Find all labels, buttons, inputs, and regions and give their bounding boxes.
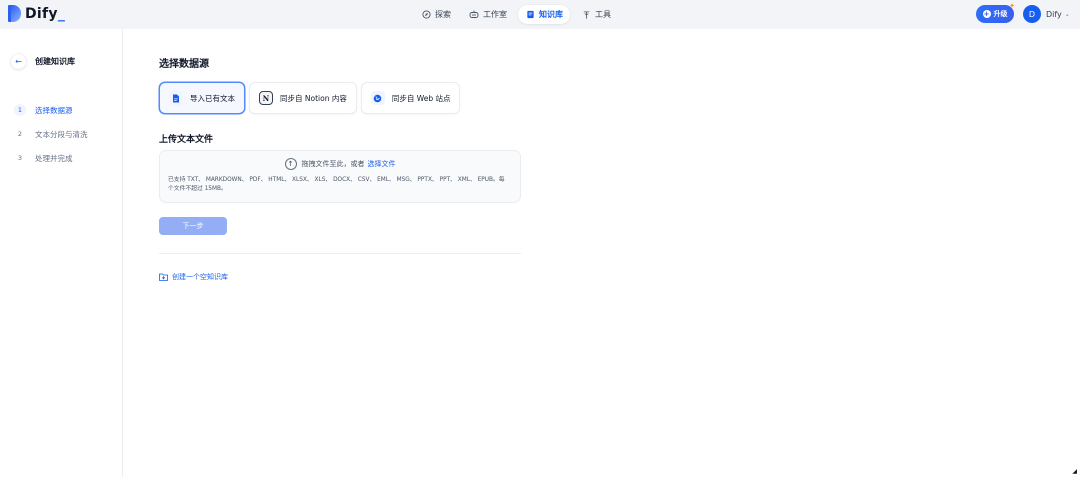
step-number: 2 [17, 130, 23, 138]
supported-formats-hint: 已支持 TXT、 MARKDOWN、 PDF、 HTML、 XLSX、 XLS、… [168, 177, 505, 192]
next-step-button[interactable]: 下一步 [159, 217, 227, 235]
step-number: 1 [14, 104, 26, 116]
step-choose-source: 1 选择数据源 [14, 98, 88, 122]
upgrade-label: 升级 [993, 10, 1008, 18]
create-knowledge-sidebar: ← 创建知识库 1 选择数据源 2 文本分段与清洗 3 处理并完成 [0, 29, 123, 477]
dropzone-prompt-line: ↑ 拖拽文件至此，或者 选择文件 [160, 158, 520, 170]
book-icon [525, 10, 535, 20]
source-web-label: 同步自 Web 站点 [391, 93, 451, 103]
back-header: ← 创建知识库 [11, 54, 75, 69]
source-import-text[interactable]: 导入已有文本 [159, 82, 245, 114]
user-menu[interactable]: D Dify ⌄ [1023, 5, 1070, 23]
back-arrow-icon[interactable]: ← [11, 54, 26, 69]
file-dropzone[interactable]: ↑ 拖拽文件至此，或者 选择文件 已支持 TXT、 MARKDOWN、 PDF、… [159, 150, 521, 203]
nav-explore-label: 探索 [435, 10, 451, 19]
plus-icon: + [982, 10, 991, 18]
step-segment-clean: 2 文本分段与清洗 [14, 122, 88, 146]
sidebar-title: 创建知识库 [35, 57, 75, 66]
nav-knowledge-label: 知识库 [539, 10, 563, 19]
step-label: 文本分段与清洗 [35, 129, 88, 139]
file-icon [169, 91, 183, 105]
source-import-text-label: 导入已有文本 [190, 93, 235, 103]
dify-logo[interactable]: Dify_ [8, 5, 65, 22]
upgrade-button[interactable]: + 升级 ✦ [976, 2, 1015, 23]
select-file-link[interactable]: 选择文件 [368, 159, 396, 169]
step-process-finish: 3 处理并完成 [14, 146, 88, 170]
avatar: D [1023, 5, 1041, 23]
divider [159, 253, 521, 254]
resize-corner-icon: ◢ [1072, 468, 1077, 475]
nav-knowledge[interactable]: 知识库 [518, 5, 570, 24]
nav-explore[interactable]: 探索 [414, 5, 458, 24]
source-web[interactable]: 同步自 Web 站点 [360, 82, 461, 114]
nav-studio-label: 工作室 [483, 10, 507, 19]
robot-icon [469, 10, 479, 20]
top-navigation-bar: Dify_ 探索 工作室 知识库 工具 + 升级 ✦ D Dify ⌄ [0, 0, 1080, 29]
globe-icon [370, 91, 385, 105]
step-label: 选择数据源 [35, 105, 73, 115]
create-empty-knowledge-link[interactable]: 创建一个空知识库 [159, 272, 228, 282]
dropzone-prompt: 拖拽文件至此，或者 [301, 160, 365, 168]
nav-tools-label: 工具 [595, 10, 611, 19]
nav-tools[interactable]: 工具 [574, 5, 618, 24]
main-nav: 探索 工作室 知识库 工具 [414, 5, 622, 24]
data-source-options: 导入已有文本 N 同步自 Notion 内容 同步自 Web 站点 [159, 82, 464, 114]
upload-section-title: 上传文本文件 [159, 135, 214, 145]
source-notion-label: 同步自 Notion 内容 [280, 93, 347, 103]
step-list: 1 选择数据源 2 文本分段与清洗 3 处理并完成 [14, 98, 88, 170]
step-number: 3 [17, 154, 23, 162]
upload-icon: ↑ [284, 158, 297, 170]
tools-icon [581, 10, 591, 20]
step-label: 处理并完成 [35, 153, 73, 163]
logo-mark-icon [8, 5, 21, 22]
create-empty-knowledge-label: 创建一个空知识库 [172, 273, 228, 281]
compass-icon [421, 10, 431, 20]
source-notion[interactable]: N 同步自 Notion 内容 [249, 82, 357, 114]
chevron-down-icon: ⌄ [1064, 10, 1070, 18]
page-title: 选择数据源 [159, 59, 209, 70]
sparkle-icon: ✦ [1009, 2, 1015, 10]
user-name: Dify [1046, 9, 1062, 19]
folder-plus-icon [159, 273, 168, 281]
notion-icon: N [259, 91, 273, 105]
logo-text: Dify_ [25, 5, 66, 22]
nav-studio[interactable]: 工作室 [462, 5, 514, 24]
